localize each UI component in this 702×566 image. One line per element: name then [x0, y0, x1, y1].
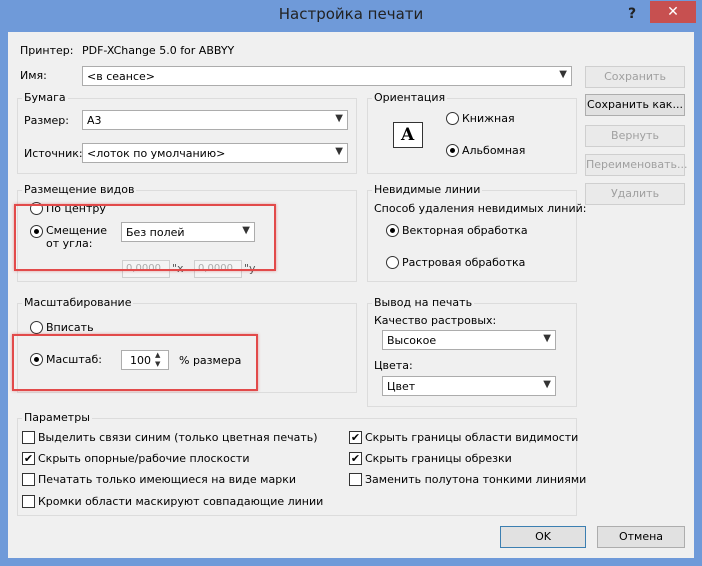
params-title: Параметры	[22, 411, 92, 424]
save-as-button[interactable]: Сохранить как...	[585, 94, 685, 116]
name-value: <в сеансе>	[87, 70, 155, 83]
param-right-label: Скрыть границы обрезки	[365, 452, 512, 465]
highlight-box	[14, 204, 276, 271]
fit-label: Вписать	[46, 321, 94, 334]
ok-button[interactable]: OK	[500, 526, 586, 548]
chevron-down-icon: ▼	[543, 333, 551, 344]
radio-selected-dot	[450, 148, 455, 153]
scaling-title: Масштабирование	[22, 296, 134, 309]
checkbox[interactable]: ✔	[349, 452, 362, 465]
revert-button[interactable]: Вернуть	[585, 125, 685, 147]
raster-quality-combo[interactable]: Высокое ▼	[382, 330, 556, 350]
save-button[interactable]: Сохранить	[585, 66, 685, 88]
page-letter: A	[401, 125, 415, 145]
printer-label: Принтер:	[20, 44, 74, 57]
close-button[interactable]: ✕	[650, 1, 696, 23]
raster-radio[interactable]	[386, 256, 399, 269]
chevron-down-icon: ▼	[335, 146, 343, 157]
orientation-group-title: Ориентация	[372, 91, 448, 104]
printer-value: PDF-XChange 5.0 for ABBYY	[82, 44, 235, 57]
fit-radio[interactable]	[30, 321, 43, 334]
dialog-client: Принтер: PDF-XChange 5.0 for ABBYY Имя: …	[8, 32, 694, 558]
radio-selected-dot	[390, 228, 395, 233]
raster-label: Растровая обработка	[402, 256, 526, 269]
view-placement-title: Размещение видов	[22, 183, 137, 196]
check-mark-icon: ✔	[350, 452, 361, 465]
checkbox[interactable]	[349, 473, 362, 486]
chevron-down-icon: ▼	[559, 69, 567, 80]
checkbox[interactable]	[22, 431, 35, 444]
param-right-label: Заменить полутона тонкими линиями	[365, 473, 587, 486]
paper-group-title: Бумага	[22, 91, 68, 104]
source-value: <лоток по умолчанию>	[87, 147, 226, 160]
output-title: Вывод на печать	[372, 296, 475, 309]
colors-value: Цвет	[387, 380, 416, 393]
vector-label: Векторная обработка	[402, 224, 528, 237]
name-label: Имя:	[20, 69, 47, 82]
checkbox[interactable]	[22, 495, 35, 508]
checkbox[interactable]: ✔	[22, 452, 35, 465]
param-left-label: Печатать только имеющиеся на виде марки	[38, 473, 296, 486]
param-left-label: Кромки области маскируют совпадающие лин…	[38, 495, 324, 508]
param-left-label: Скрыть опорные/рабочие плоскости	[38, 452, 250, 465]
title-bar: Настройка печати ? ✕	[0, 0, 702, 32]
colors-label: Цвета:	[374, 359, 413, 372]
size-value: A3	[87, 114, 102, 127]
portrait-label: Книжная	[462, 112, 515, 125]
hidden-lines-title: Невидимые линии	[372, 183, 483, 196]
checkbox[interactable]	[22, 473, 35, 486]
window-title: Настройка печати	[278, 5, 424, 23]
chevron-down-icon: ▼	[543, 379, 551, 390]
delete-button[interactable]: Удалить	[585, 183, 685, 205]
checkbox[interactable]: ✔	[349, 431, 362, 444]
removal-method-label: Способ удаления невидимых линий:	[374, 202, 587, 215]
landscape-radio[interactable]	[446, 144, 459, 157]
rename-button[interactable]: Переименовать...	[585, 154, 688, 176]
check-mark-icon: ✔	[350, 431, 361, 444]
chevron-down-icon: ▼	[335, 113, 343, 124]
help-button[interactable]: ?	[614, 2, 650, 26]
param-left-label: Выделить связи синим (только цветная печ…	[38, 431, 318, 444]
cancel-button[interactable]: Отмена	[597, 526, 685, 548]
source-label: Источник:	[24, 147, 83, 160]
size-label: Размер:	[24, 114, 69, 127]
raster-quality-value: Высокое	[387, 334, 437, 347]
name-combo[interactable]: <в сеансе> ▼	[82, 66, 572, 86]
source-combo[interactable]: <лоток по умолчанию> ▼	[82, 143, 348, 163]
check-mark-icon: ✔	[23, 452, 34, 465]
highlight-box	[12, 334, 258, 391]
size-combo[interactable]: A3 ▼	[82, 110, 348, 130]
page-landscape-icon: A	[393, 122, 423, 148]
portrait-radio[interactable]	[446, 112, 459, 125]
colors-combo[interactable]: Цвет ▼	[382, 376, 556, 396]
vector-radio[interactable]	[386, 224, 399, 237]
landscape-label: Альбомная	[462, 144, 526, 157]
param-right-label: Скрыть границы области видимости	[365, 431, 579, 444]
raster-quality-label: Качество растровых:	[374, 314, 497, 327]
